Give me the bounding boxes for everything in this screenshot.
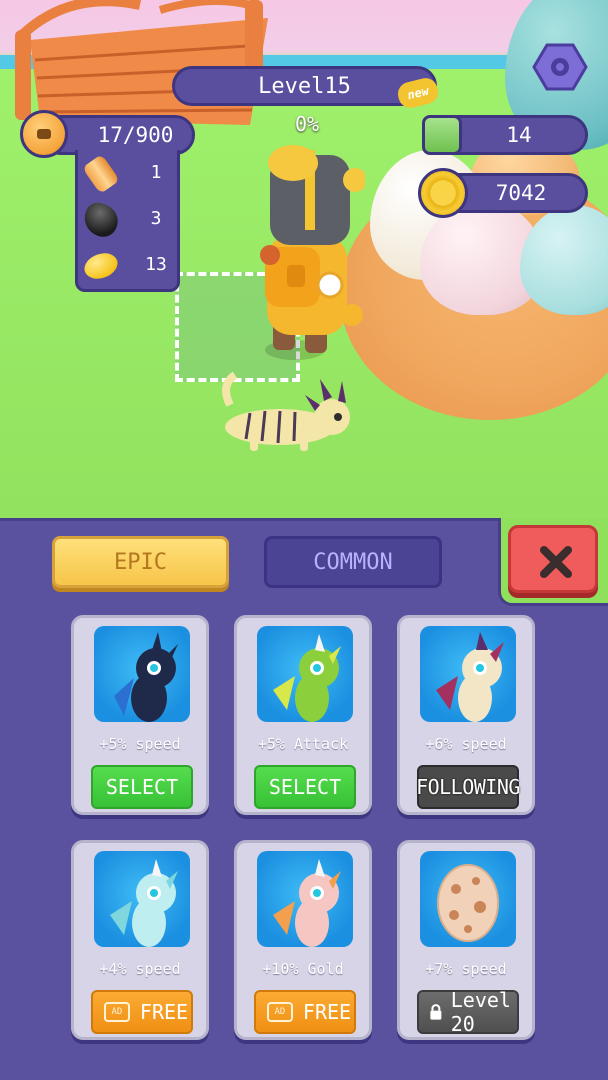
pet-perk: +6% speed [425,735,507,753]
lock-icon [430,1004,442,1020]
resource-count: 3 [150,208,162,229]
pet-card[interactable]: +5% speed SELECT [71,615,209,815]
pet-card[interactable]: +7% speed Level 20 [397,840,535,1040]
dragon-icon [273,859,341,947]
ad-icon: AD [266,1002,293,1022]
settings-button[interactable] [532,42,588,92]
dragon-icon [110,859,178,947]
pet-card[interactable]: +10% Gold AD FREE [234,840,372,1040]
free-ad-button[interactable]: AD FREE [91,990,193,1034]
ad-icon: AD [103,1002,130,1022]
gem-count: 14 [506,123,532,147]
pet-perk: +4% speed [99,960,181,978]
select-button[interactable]: SELECT [254,765,356,809]
backpack-icon [20,110,68,158]
tab-epic[interactable]: EPIC [52,536,229,588]
pet-card[interactable]: +5% Attack SELECT [234,615,372,815]
free-label: FREE [302,1000,352,1024]
select-button[interactable]: SELECT [91,765,193,809]
locked-button[interactable]: Level 20 [417,988,519,1036]
pet-portrait [94,851,190,947]
pet-portrait [94,626,190,722]
dragon-icon [114,632,178,722]
resource-count: 1 [150,162,162,183]
player-character[interactable] [245,135,365,365]
resource-panel: 1 3 13 [75,150,180,292]
tab-epic-label: EPIC [114,549,167,575]
coal-icon [79,199,123,241]
egg-icon [437,864,499,942]
pet-portrait [420,851,516,947]
bag-capacity-value: 17/900 [97,123,174,147]
level-label: Level15 [258,73,351,99]
close-button[interactable] [508,525,598,593]
following-button[interactable]: FOLLOWING [416,765,520,809]
tab-common-label: COMMON [313,549,393,575]
wooden-bridge [15,0,268,125]
wood-log-icon [82,154,120,194]
resource-row-coal: 3 [78,199,177,241]
coin-icon [418,168,468,218]
pet-perk: +7% speed [425,960,507,978]
pet-perk: +5% Attack [257,735,349,753]
tab-common[interactable]: COMMON [264,536,442,588]
resource-row-gold: 13 [78,246,177,286]
level-progress: 0% [294,112,320,136]
pet-card[interactable]: +6% speed FOLLOWING [397,615,535,815]
pet-perk: +5% speed [99,735,181,753]
free-ad-button[interactable]: AD FREE [254,990,356,1034]
level-indicator: Level15 [172,66,437,106]
resource-count: 13 [145,254,167,275]
pet-perk: +10% Gold [262,960,344,978]
following-dragon[interactable] [220,365,355,455]
dragon-icon [273,634,341,722]
gem-icon [422,115,462,155]
pet-card[interactable]: +4% speed AD FREE [71,840,209,1040]
dragon-icon [436,632,504,722]
unlock-level-label: Level 20 [450,988,511,1036]
free-label: FREE [139,1000,189,1024]
close-icon [540,546,572,578]
pet-portrait [257,626,353,722]
coin-count: 7042 [495,181,547,205]
pet-portrait [257,851,353,947]
pet-portrait [420,626,516,722]
resource-row-wood: 1 [78,154,177,194]
gold-ore-icon [80,248,122,284]
